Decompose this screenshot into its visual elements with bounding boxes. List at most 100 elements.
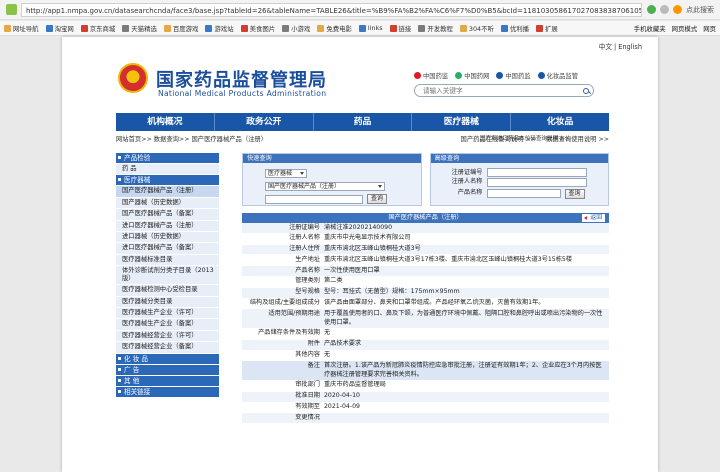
bookmark-item[interactable]: 游戏站	[205, 24, 234, 33]
bookmark-item[interactable]: 京东商城	[80, 24, 115, 33]
sidebar-item[interactable]: 进口器械（历史数据）	[116, 232, 219, 244]
field-value: 渝械注准20202140090	[322, 223, 609, 234]
registrant-input[interactable]	[486, 178, 587, 187]
url-field[interactable]: http://app1.nmpa.gov.cn/datasearchcnda/f…	[21, 2, 642, 17]
nav-item[interactable]: 医疗器械	[412, 113, 512, 131]
cosmetics-link[interactable]: 化妆品监管	[537, 71, 578, 80]
sidebar-item[interactable]: 医疗器械分类目录	[116, 296, 219, 309]
bookmark-item[interactable]: 天猫精选	[122, 24, 157, 33]
lightning-icon[interactable]	[673, 5, 682, 14]
field-value: 首次注册。1.该产品为新冠肺炎疫情防控应急审批注册，注册证有效期1年；2、企业应…	[322, 360, 609, 381]
table-row: 型号规格 型号：耳挂式（无菌型）规格：175mm×95mm	[242, 287, 609, 299]
bookmark-item[interactable]: 美食图片	[240, 24, 275, 33]
nav-item[interactable]: 药品	[314, 113, 413, 131]
bookmark-item[interactable]: 免费电影	[317, 24, 352, 33]
sidebar-item[interactable]: 国产医疗器械产品（备案）	[116, 209, 219, 221]
nav-item[interactable]: 政务公开	[215, 113, 314, 131]
lang-chinese[interactable]: 中文	[599, 43, 612, 51]
nav-item[interactable]: 机构概况	[116, 113, 215, 131]
sidebar-item[interactable]: 体外诊断试剂分类子目录（2013版）	[116, 266, 219, 286]
field-label: 变更情况	[242, 412, 322, 425]
bookmark-right-item[interactable]: 手机收藏夹	[634, 24, 666, 33]
category-select[interactable]: 医疗器械	[265, 169, 307, 178]
product-name-label: 产品名称	[457, 189, 483, 196]
sidebar-section[interactable]: 相关链接	[116, 386, 219, 398]
table-row: 备注 首次注册。1.该产品为新冠肺炎疫情防控应急审批注册，注册证有效期1年；2、企…	[242, 360, 609, 381]
sidebar-section[interactable]: 产品检验	[116, 153, 219, 164]
code-query-link[interactable]: 国产和进口药品本位码查询说明 >>	[480, 134, 569, 142]
browser-search-hint[interactable]: 点此搜索	[686, 5, 714, 15]
bookmark-icon	[163, 24, 171, 32]
sidebar-item[interactable]: 医疗器械标准目录	[116, 254, 219, 267]
field-value: 重庆市药品监督管理局	[322, 380, 609, 392]
field-label: 批准日期	[242, 391, 322, 403]
sidebar-item[interactable]: 国产医疗器械产品（注册）	[116, 186, 219, 198]
product-name-input[interactable]	[486, 189, 561, 198]
bookmark-item[interactable]: 优利播	[500, 24, 529, 33]
bookmark-right-item[interactable]: 网页	[703, 24, 716, 33]
bookmark-item[interactable]: 百度游戏	[163, 24, 198, 33]
field-value: 重庆市渝北区玉峰山镇桐桂大道3号	[322, 244, 609, 256]
sidebar-item[interactable]: 医疗器械生产企业（许可）	[116, 308, 219, 320]
search-icon	[583, 87, 589, 94]
browser-address-bar: http://app1.nmpa.gov.cn/datasearchcnda/f…	[0, 0, 720, 20]
sidebar-item[interactable]: 进口医疗器械产品（备案）	[116, 243, 219, 255]
sidebar-item[interactable]: 国产器械（历史数据）	[116, 197, 219, 210]
main-content: 快速查询 医疗器械 国产医疗器械产品（注册） 查询 高级查询 注册证编号 注册人…	[242, 153, 609, 472]
site-search-input[interactable]	[423, 86, 579, 95]
field-value[interactable]: 产品技术要求	[322, 339, 609, 351]
bookmark-item[interactable]: 淘宝网	[45, 24, 74, 33]
advanced-search-title: 高级查询	[430, 154, 608, 163]
table-row: 管理类别 第二类	[242, 276, 609, 288]
bookmark-item[interactable]: 扩展	[536, 24, 558, 33]
field-label: 其他内容	[242, 350, 322, 362]
sidebar-item[interactable]: 医疗器械经营企业（备案）	[116, 342, 219, 354]
sidebar-section[interactable]: 广 告	[116, 364, 219, 376]
sidebar-section[interactable]: 化 妆 品	[116, 353, 219, 365]
bookmark-item[interactable]: 304不听	[459, 24, 494, 33]
table-row: 产品储存条件及有效期无	[242, 328, 609, 340]
site-search	[414, 84, 594, 97]
quick-search-input[interactable]	[265, 195, 363, 204]
sidebar-item[interactable]: 医疗器械检测中心受检目录	[116, 285, 219, 297]
sidebar-section[interactable]: 医疗器械	[116, 175, 219, 187]
weibo-link[interactable]: 中国药监	[414, 71, 448, 80]
sidebar-item[interactable]: 进口医疗器械产品（注册）	[116, 220, 219, 233]
advanced-search-button[interactable]: 查询	[564, 189, 585, 199]
bookmark-item[interactable]: links	[358, 24, 383, 32]
bookmark-item[interactable]: 开发教程	[418, 24, 453, 33]
star-icon[interactable]	[660, 5, 669, 14]
database-select[interactable]: 国产医疗器械产品（注册）	[265, 182, 385, 191]
bookmark-item[interactable]: 链接	[389, 24, 411, 33]
wechat-link[interactable]: 中国药网	[455, 71, 489, 80]
sidebar-section[interactable]: 其 他	[116, 375, 219, 387]
search-button[interactable]	[579, 85, 593, 96]
app-link[interactable]: 中国药监	[496, 71, 531, 80]
bookmark-right-item[interactable]: 网页模式	[672, 24, 698, 33]
table-row: 注册证编号 渝械注准20202140090	[242, 223, 609, 234]
back-button[interactable]: 返回	[582, 214, 605, 222]
field-label: 注册证编号	[242, 223, 322, 234]
table-row: 注册人名称 重庆市中光电显示技术有限公司	[242, 233, 609, 245]
bookmark-icon	[317, 24, 325, 32]
search-panels: 快速查询 医疗器械 国产医疗器械产品（注册） 查询 高级查询 注册证编号 注册人…	[242, 153, 609, 206]
lang-english[interactable]: English	[618, 43, 642, 51]
sidebar-item[interactable]: 药 品	[116, 164, 219, 176]
sidebar-item[interactable]: 医疗器械生产企业（备案）	[116, 319, 219, 331]
field-label: 生产地址	[242, 254, 322, 267]
result-table: 注册证编号 渝械注准20202140090 注册人名称 重庆市中光电显示技术有限公司注…	[242, 223, 609, 425]
shield-icon[interactable]	[647, 5, 656, 14]
bookmark-item[interactable]: 小游戏	[282, 24, 310, 33]
sidebar-item[interactable]: 医疗器械经营企业（许可）	[116, 330, 219, 343]
table-row: 适用范围/预期用途 用于覆盖使用者的口、鼻及下颌，为普通医疗环境中佩戴、阻隔口腔和…	[242, 308, 609, 329]
field-value	[322, 412, 609, 425]
bookmark-item[interactable]: 网址导航	[4, 24, 39, 33]
breadcrumb[interactable]: 网站首页>> 数据查询>> 国产医疗器械产品（注册）	[116, 134, 267, 143]
registrant-label: 注册人名称	[451, 178, 483, 185]
bookmark-icon	[459, 24, 467, 32]
nav-item[interactable]: 化妆品	[511, 113, 609, 131]
table-row: 其他内容无	[242, 350, 609, 362]
reg-no-label: 注册证编号	[451, 169, 483, 176]
quick-search-button[interactable]: 查询	[367, 194, 387, 204]
reg-no-input[interactable]	[486, 168, 587, 177]
